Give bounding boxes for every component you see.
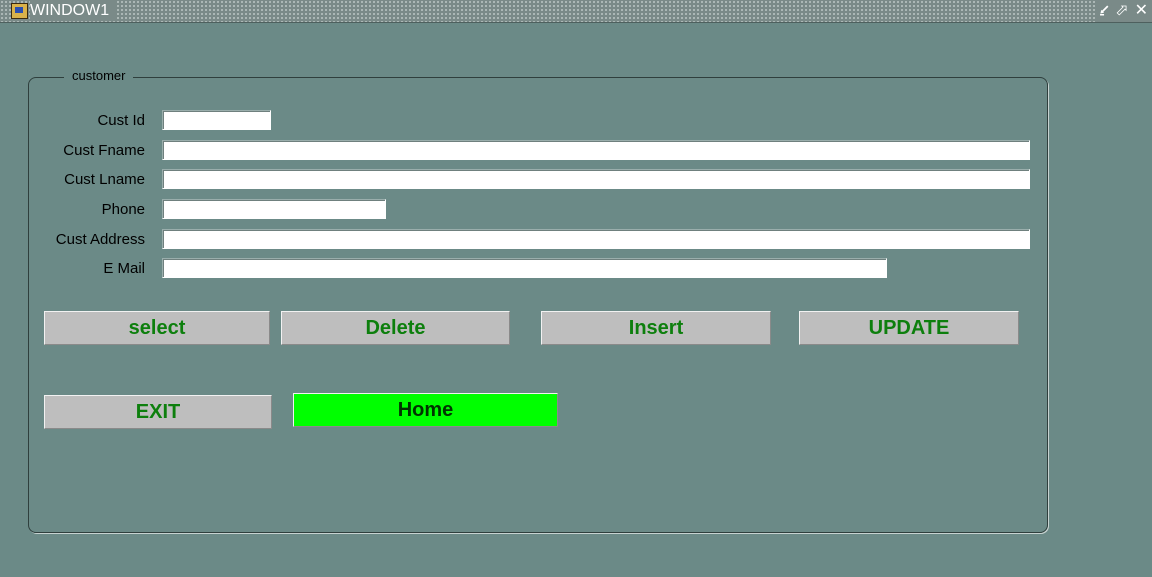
minimize-icon[interactable]: ⭹ bbox=[1099, 1, 1109, 21]
cust-lname-label: Cust Lname bbox=[64, 171, 145, 188]
window-title: WINDOW1 bbox=[30, 1, 116, 21]
email-label: E Mail bbox=[103, 260, 145, 277]
insert-button[interactable]: Insert bbox=[541, 311, 771, 345]
email-input[interactable] bbox=[162, 258, 887, 278]
delete-button[interactable]: Delete bbox=[281, 311, 510, 345]
exit-button[interactable]: EXIT bbox=[44, 395, 272, 429]
select-button[interactable]: select bbox=[44, 311, 270, 345]
maximize-icon[interactable]: ⬀ bbox=[1115, 1, 1128, 21]
title-bar[interactable]: WINDOW1 ⭹ ⬀ ✕ bbox=[0, 0, 1152, 23]
update-button[interactable]: UPDATE bbox=[799, 311, 1019, 345]
phone-input[interactable] bbox=[162, 199, 386, 219]
phone-label: Phone bbox=[101, 201, 145, 218]
cust-address-label: Cust Address bbox=[55, 231, 145, 248]
cust-fname-input[interactable] bbox=[162, 140, 1030, 160]
home-button[interactable]: Home bbox=[293, 393, 558, 427]
cust-lname-input[interactable] bbox=[162, 169, 1030, 189]
app-icon bbox=[11, 3, 28, 19]
cust-id-input[interactable] bbox=[162, 110, 271, 130]
cust-fname-label: Cust Fname bbox=[63, 142, 145, 159]
cust-id-label: Cust Id bbox=[97, 112, 145, 129]
frame-title: customer bbox=[64, 68, 134, 84]
window-controls: ⭹ ⬀ ✕ bbox=[1095, 0, 1152, 22]
cust-address-input[interactable] bbox=[162, 229, 1030, 249]
close-icon[interactable]: ✕ bbox=[1135, 1, 1148, 21]
